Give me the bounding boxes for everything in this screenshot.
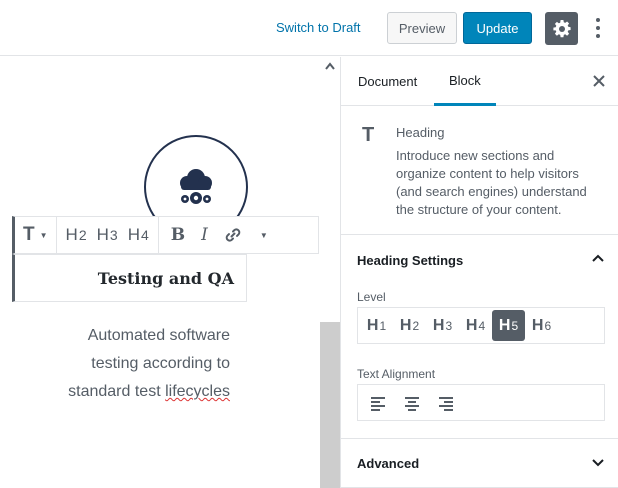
close-icon[interactable] [591,73,607,89]
level-label: Level [357,290,386,304]
text-alignment-toolbar [357,384,605,421]
editor-scrollbar[interactable] [320,57,340,488]
link-button[interactable] [216,217,250,253]
heading-block-icon: T [362,124,375,146]
align-left-button[interactable] [364,389,392,417]
panel-title: Heading Settings [357,252,464,268]
level-h6-button[interactable]: H6 [525,310,558,341]
toolbar-h4-button[interactable]: H4 [123,217,154,253]
editor-header: Switch to Draft Preview Update [0,0,618,56]
chevron-up-icon [592,254,604,262]
align-left-icon [371,396,385,411]
level-h1-button[interactable]: H1 [360,310,393,341]
scrollbar-thumb[interactable] [320,322,340,488]
switch-to-draft-link[interactable]: Switch to Draft [276,20,361,35]
block-card-description: Introduce new sections and organize cont… [396,148,587,217]
settings-sidebar: Document Block T Heading Introduce new s… [340,57,618,488]
chevron-down-icon: ▼ [259,230,268,240]
align-right-icon [439,396,453,411]
block-toolbar: T ▼ H2 H3 H4 B I ▼ [12,216,319,254]
level-h4-button[interactable]: H4 [459,310,492,341]
toolbar-h2-button[interactable]: H2 [61,217,92,253]
settings-button[interactable] [545,12,578,45]
paragraph-line: testing according to [91,355,230,372]
level-h5-button[interactable]: H5 [492,310,525,341]
level-h2-button[interactable]: H2 [393,310,426,341]
heading-block[interactable]: Testing and QA [12,254,247,302]
block-type-switcher[interactable]: T ▼ [19,217,52,253]
block-card-title: Heading [396,125,445,140]
chevron-down-icon [592,459,604,467]
align-center-button[interactable] [398,389,426,417]
advanced-panel-toggle[interactable]: Advanced [341,439,618,487]
heading-level-selector: H1 H2 H3 H4 H5 H6 [357,307,605,344]
link-icon [225,228,241,242]
spellcheck-word: lifecycles [165,383,230,400]
format-group: B I ▼ [159,217,282,253]
update-button[interactable]: Update [463,12,532,44]
tab-block[interactable]: Block [434,57,496,106]
align-center-icon [405,396,419,411]
align-right-button[interactable] [432,389,460,417]
paragraph-block[interactable]: Automated software testing according to … [20,322,230,406]
bold-button[interactable]: B [163,217,193,253]
chevron-down-icon: ▼ [39,230,48,240]
heading-level-group: H2 H3 H4 [57,217,159,253]
more-menu-button[interactable] [590,14,606,42]
heading-text[interactable]: Testing and QA [98,269,234,288]
more-formats-button[interactable]: ▼ [250,217,278,253]
heading-type-icon: T [23,224,35,245]
gear-icon [552,19,571,37]
paragraph-line: standard test lifecycles [68,383,230,400]
italic-button[interactable]: I [193,217,216,253]
heading-settings-toggle[interactable]: Heading Settings [341,236,618,284]
text-alignment-label: Text Alignment [357,367,436,381]
block-type-group: T ▼ [15,217,57,253]
level-h3-button[interactable]: H3 [426,310,459,341]
tab-document[interactable]: Document [358,57,417,106]
sidebar-tabs: Document Block [341,57,618,106]
vertical-ellipsis-icon [596,18,600,38]
block-card: T Heading Introduce new sections and org… [341,107,618,235]
preview-button[interactable]: Preview [387,12,457,44]
paragraph-line: Automated software [87,327,230,344]
scroll-up-arrow-icon[interactable] [324,61,336,71]
panel-title: Advanced [357,455,420,471]
cloud-gears-icon [180,169,212,204]
editor-canvas[interactable]: T ▼ H2 H3 H4 B I ▼ Testing and QA Automa… [0,57,320,488]
toolbar-h3-button[interactable]: H3 [92,217,123,253]
